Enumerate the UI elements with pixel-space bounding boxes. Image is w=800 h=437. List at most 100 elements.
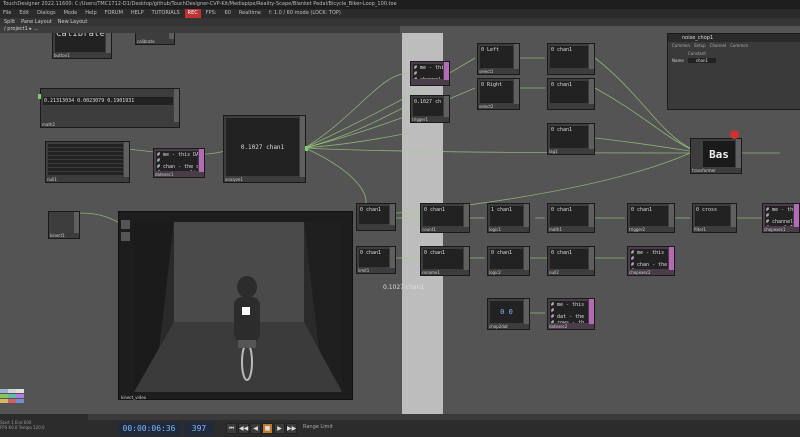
limit1-node[interactable]: 0 chan1 limit1 — [356, 246, 396, 274]
network-editor[interactable]: Calibrate button1 calibrate 0.21313034 0… — [0, 33, 800, 414]
node-flag[interactable] — [514, 44, 519, 69]
chan-node-a[interactable]: 0 chan1 — [356, 203, 396, 231]
timecode-display[interactable]: 00:00:06:36 — [118, 422, 180, 435]
node-flag[interactable] — [589, 299, 594, 324]
node-flag[interactable] — [514, 79, 519, 104]
timeline-ruler[interactable] — [88, 414, 800, 420]
node-flag[interactable] — [589, 124, 594, 149]
param-tab-3[interactable]: Channel — [710, 43, 726, 48]
swatch[interactable] — [0, 394, 8, 398]
rename1-node[interactable]: 0 chan1 rename1 — [420, 246, 470, 276]
node-flag[interactable] — [199, 149, 204, 172]
node-flag[interactable] — [124, 142, 129, 177]
output-port[interactable] — [305, 146, 308, 151]
lag1-node[interactable]: 0 chan1 lag1 — [547, 123, 595, 155]
param-tab-1[interactable]: Common — [672, 43, 690, 48]
menu-tutorials[interactable]: TUTORIALS — [149, 9, 183, 18]
select2-node[interactable]: 0 Right select2 — [477, 78, 520, 110]
swatch[interactable] — [8, 394, 16, 398]
frame-display[interactable]: 397 — [184, 422, 214, 435]
node-flag[interactable] — [444, 62, 449, 80]
node-flag[interactable] — [589, 247, 594, 270]
node-flag[interactable] — [106, 33, 111, 53]
rec-button[interactable]: REC — [184, 9, 201, 18]
select1-node[interactable]: 0 Left select1 — [477, 43, 520, 75]
rewind-start-button[interactable]: ⏮ — [226, 423, 237, 434]
right-math-node[interactable]: 0 chan1 — [547, 78, 595, 110]
node-flag[interactable] — [444, 96, 449, 117]
range-limit-label[interactable]: Range Limit — [303, 424, 333, 430]
new-layout-button[interactable]: New Layout — [58, 18, 88, 26]
swatch[interactable] — [0, 399, 8, 403]
node-flag[interactable] — [794, 204, 799, 227]
param-tab-2[interactable]: Setup — [694, 43, 706, 48]
swatch[interactable] — [16, 394, 24, 398]
swatch[interactable] — [8, 399, 16, 403]
swatch[interactable] — [16, 389, 24, 393]
filter1-node[interactable]: 0 cross filter1 — [692, 203, 737, 233]
play-backward-button[interactable]: ◀ — [250, 423, 261, 434]
null2-node[interactable]: 0 chan1 null2 — [547, 246, 595, 276]
node-flag[interactable] — [174, 89, 179, 122]
chop2dat-node[interactable]: 0 0 chop2dat — [487, 298, 530, 330]
split-button[interactable]: Split — [4, 18, 15, 26]
node-flag[interactable] — [669, 204, 674, 227]
stop-button[interactable]: ■ — [262, 423, 273, 434]
menu-forum[interactable]: FORUM — [102, 9, 126, 18]
count1-node[interactable]: 0 chan1 count1 — [420, 203, 470, 233]
param-tab-4[interactable]: Common — [730, 43, 748, 48]
calibrate-viewer[interactable]: Calibrate — [55, 33, 105, 52]
node-flag[interactable] — [589, 204, 594, 227]
node-flag[interactable] — [390, 204, 395, 225]
datexec2-node[interactable]: # me - this # # dat - the # rows - th da… — [547, 298, 595, 330]
node-flag[interactable] — [736, 139, 741, 168]
analyze1-node[interactable]: 0.1027 chan1 analyze1 — [223, 115, 308, 183]
menu-dialogs[interactable]: Dialogs — [34, 9, 59, 18]
node-flag[interactable] — [731, 204, 736, 227]
viewer-toggle-icon[interactable] — [121, 220, 130, 229]
null1-node[interactable]: null1 — [45, 141, 130, 183]
transformer-node[interactable]: Bas transformer — [690, 138, 742, 174]
node-flag[interactable] — [669, 247, 674, 270]
swatch[interactable] — [8, 389, 16, 393]
script-node-a[interactable]: # me - this # # channel # sampleIn — [410, 61, 450, 86]
calibrate-button-node[interactable]: Calibrate button1 — [52, 33, 112, 59]
swatch[interactable] — [16, 399, 24, 403]
left-math-node[interactable]: 0 chan1 — [547, 43, 595, 75]
logic2-node[interactable]: 0 chan1 logic2 — [487, 246, 530, 276]
menu-edit[interactable]: Edit — [16, 9, 32, 18]
network-path[interactable]: / project1 ▸ ... — [0, 26, 400, 33]
step-forward-button[interactable]: ▶▶ — [286, 423, 297, 434]
math2-node[interactable]: 0.21313034 0.0023079 0.1901931 math2 — [38, 88, 180, 128]
play-button[interactable]: ▶ — [274, 423, 285, 434]
chopexec2-node[interactable]: # me - this # # chan - the # rows - a ch… — [627, 246, 675, 276]
step-back-button[interactable]: ◀◀ — [238, 423, 249, 434]
menu-file[interactable]: File — [0, 9, 14, 18]
node-flag[interactable] — [390, 247, 395, 268]
node-flag[interactable] — [589, 79, 594, 104]
node-flag[interactable] — [524, 299, 529, 324]
kinect-video-viewer[interactable]: kinect_video — [118, 211, 353, 400]
error-icon[interactable] — [730, 130, 739, 139]
pane-layout-button[interactable]: Pane Layout — [21, 18, 52, 26]
node-flag[interactable] — [464, 247, 469, 270]
trigger2-node[interactable]: 0 chan1 trigger2 — [627, 203, 675, 233]
math1-node[interactable]: 0 chan1 math1 — [547, 203, 595, 233]
calibrate2-node[interactable]: calibrate — [135, 33, 175, 45]
menu-help[interactable]: Help — [82, 9, 99, 18]
realtime-toggle[interactable]: Realtime — [236, 9, 264, 18]
node-flag[interactable] — [524, 247, 529, 270]
menu-mode[interactable]: Mode — [61, 9, 81, 18]
swatch[interactable] — [0, 389, 8, 393]
input-port[interactable] — [38, 94, 41, 99]
parameter-window[interactable]: noise_chop1 Common Setup Channel Common … — [667, 33, 800, 110]
node-flag[interactable] — [74, 212, 79, 233]
param-name-field[interactable]: chan1 — [687, 58, 717, 63]
datexec1-node[interactable]: # me - this DAT # # chan - the chan # ro… — [153, 148, 205, 178]
node-flag[interactable] — [524, 204, 529, 227]
viewer-pin-icon[interactable] — [121, 232, 130, 241]
trigger1-node[interactable]: 0.1027 ch trigger1 — [410, 95, 450, 123]
logic1-node[interactable]: 1 chan1 logic1 — [487, 203, 530, 233]
node-flag[interactable] — [464, 204, 469, 227]
fps-value[interactable]: 60.0 — [9, 425, 18, 430]
